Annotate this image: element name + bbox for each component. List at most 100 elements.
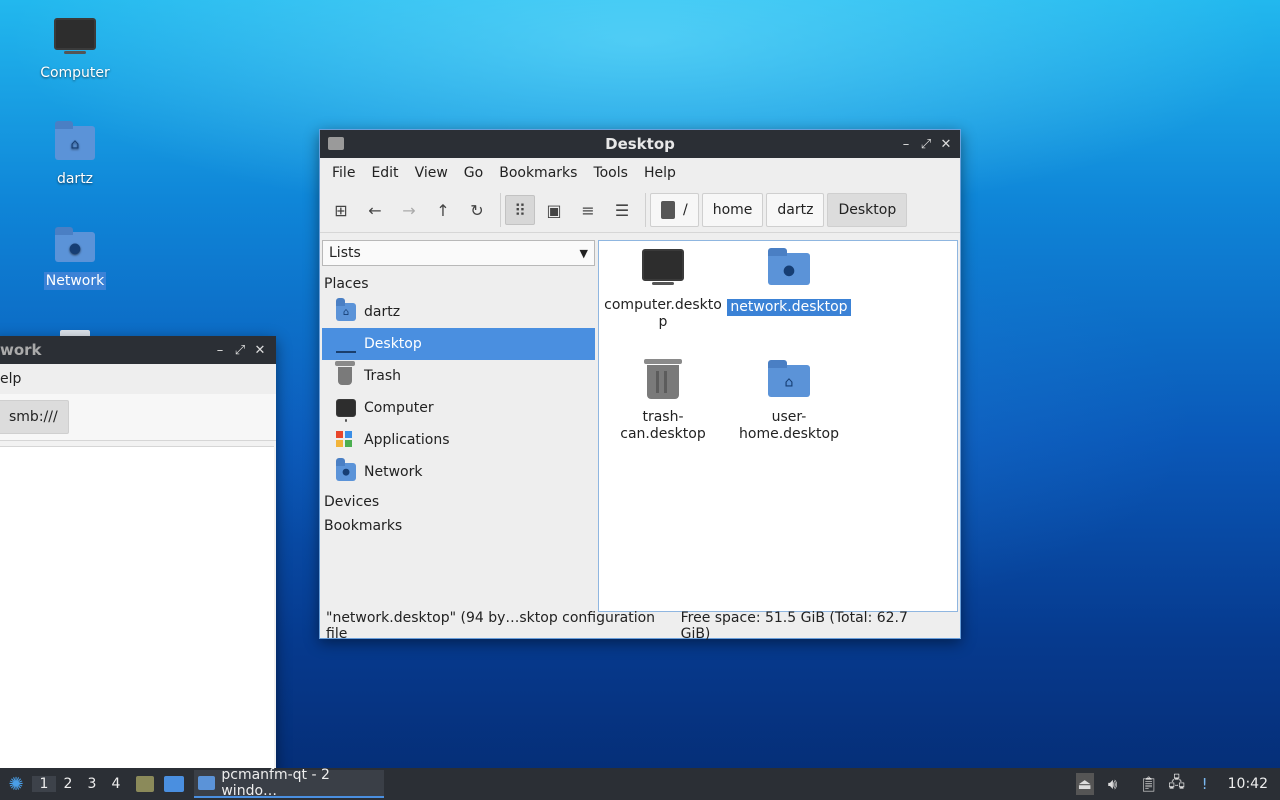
file-manager-window[interactable]: Desktop – ⤢ ✕ File Edit View Go Bookmark… xyxy=(319,129,961,642)
desktop-icon-computer[interactable]: Computer xyxy=(25,18,125,82)
place-network[interactable]: ● Network xyxy=(322,456,595,488)
show-desktop-icon[interactable] xyxy=(164,776,184,792)
section-bookmarks[interactable]: Bookmarks xyxy=(322,514,595,538)
workspace-1[interactable]: 1 xyxy=(32,776,56,792)
file-label: network.desktop xyxy=(727,299,851,316)
trash-icon xyxy=(335,361,355,385)
place-label: Applications xyxy=(364,432,450,448)
menu-help[interactable]: Help xyxy=(636,165,684,181)
place-label: Trash xyxy=(364,368,401,384)
network-status-icon[interactable]: 🖧 xyxy=(1164,773,1190,795)
forward-button[interactable]: → xyxy=(394,195,424,225)
file-label: user- home.desktop xyxy=(739,409,839,442)
side-pane-mode-select[interactable]: Lists ▼ xyxy=(322,240,595,266)
place-trash[interactable]: Trash xyxy=(322,360,595,392)
taskbar-task-pcmanfm[interactable]: pcmanfm-qt - 2 windo… xyxy=(194,767,384,799)
bg-window-title: work xyxy=(0,341,42,359)
eject-icon[interactable]: ⏏ xyxy=(1075,773,1094,795)
breadcrumb-desktop[interactable]: Desktop xyxy=(827,193,908,227)
section-places[interactable]: Places xyxy=(322,272,595,296)
notification-icon[interactable]: ! xyxy=(1192,773,1218,795)
file-label: computer.deskto p xyxy=(604,297,722,330)
window-title: Desktop xyxy=(605,135,675,153)
chevron-down-icon: ▼ xyxy=(579,246,588,260)
minimize-icon[interactable]: – xyxy=(896,134,916,154)
side-pane-mode-value: Lists xyxy=(329,245,361,261)
compact-view-button[interactable]: ≡ xyxy=(573,195,603,225)
desktop-icon xyxy=(336,335,356,353)
fm-titlebar[interactable]: Desktop – ⤢ ✕ xyxy=(320,130,960,158)
folder-view[interactable]: computer.deskto p ● network.desktop tras… xyxy=(598,240,958,612)
file-user-home-desktop[interactable]: ⌂ user- home.desktop xyxy=(727,351,851,443)
monitor-icon xyxy=(642,249,684,285)
section-devices[interactable]: Devices xyxy=(322,490,595,514)
system-tray: ⏏ 🔊︎ 📋︎ 🖧 ! 10:42 xyxy=(1074,768,1280,800)
background-window[interactable]: work – ⤢ ✕ elp smb:/// xyxy=(0,336,276,776)
menu-tools[interactable]: Tools xyxy=(585,165,636,181)
toolbar-separator xyxy=(500,193,501,227)
drive-icon xyxy=(661,201,675,219)
desktop-icon-label: dartz xyxy=(56,171,94,187)
menu-bookmarks[interactable]: Bookmarks xyxy=(491,165,585,181)
trash-icon xyxy=(644,359,682,399)
file-label: trash- can.desktop xyxy=(620,409,706,442)
place-label: Desktop xyxy=(364,336,422,352)
place-desktop[interactable]: Desktop xyxy=(322,328,595,360)
minimize-icon[interactable]: – xyxy=(210,340,230,360)
workspace-4[interactable]: 4 xyxy=(104,776,128,792)
menu-help[interactable]: elp xyxy=(0,371,29,387)
volume-icon[interactable]: 🔊︎ xyxy=(1100,773,1126,795)
applications-icon xyxy=(336,431,352,449)
place-label: dartz xyxy=(364,304,401,320)
thumbnail-view-button[interactable]: ▣ xyxy=(539,195,569,225)
menu-file[interactable]: File xyxy=(324,165,363,181)
bg-path-crumb[interactable]: smb:/// xyxy=(0,400,69,434)
status-free-space: Free space: 51.5 GiB (Total: 62.7 GiB) xyxy=(680,610,908,642)
new-tab-button[interactable]: ⊞ xyxy=(326,195,356,225)
bg-toolbar: smb:/// xyxy=(0,394,276,441)
workspace-2[interactable]: 2 xyxy=(56,776,80,792)
menu-edit[interactable]: Edit xyxy=(363,165,406,181)
file-manager-launcher-icon[interactable] xyxy=(136,776,154,792)
icon-view-button[interactable]: ⠿ xyxy=(505,195,535,225)
place-dartz[interactable]: ⌂ dartz xyxy=(322,296,595,328)
network-folder-icon: ● xyxy=(768,248,810,285)
desktop-icon-label: Computer xyxy=(40,65,110,81)
up-button[interactable]: ↑ xyxy=(428,195,458,225)
bg-content[interactable] xyxy=(0,446,274,776)
workspace-3[interactable]: 3 xyxy=(80,776,104,792)
close-icon[interactable]: ✕ xyxy=(936,134,956,154)
computer-icon xyxy=(336,399,356,422)
place-applications[interactable]: Applications xyxy=(322,424,595,456)
close-icon[interactable]: ✕ xyxy=(250,340,270,360)
file-trash-can-desktop[interactable]: trash- can.desktop xyxy=(601,351,725,443)
file-network-desktop[interactable]: ● network.desktop xyxy=(727,241,851,316)
reload-button[interactable]: ↻ xyxy=(462,195,492,225)
home-folder-icon: ⌂ xyxy=(768,360,810,397)
menubar: File Edit View Go Bookmarks Tools Help xyxy=(320,158,960,188)
place-computer[interactable]: Computer xyxy=(322,392,595,424)
status-selection: "network.desktop" (94 by…sktop configura… xyxy=(326,610,656,642)
menu-go[interactable]: Go xyxy=(456,165,491,181)
place-label: Computer xyxy=(364,400,434,416)
main-menu-icon[interactable]: ✺ xyxy=(0,768,32,800)
detailed-view-button[interactable]: ☰ xyxy=(607,195,637,225)
breadcrumb-dartz[interactable]: dartz xyxy=(766,193,825,227)
monitor-icon xyxy=(54,18,96,54)
menu-view[interactable]: View xyxy=(407,165,456,181)
home-folder-icon: ⌂ xyxy=(336,298,356,321)
network-folder-icon: ● xyxy=(55,227,95,262)
clock[interactable]: 10:42 xyxy=(1228,776,1268,792)
side-pane: Lists ▼ Places ⌂ dartz Desktop Trash Com… xyxy=(322,240,595,612)
back-button[interactable]: ← xyxy=(360,195,390,225)
breadcrumb-home[interactable]: home xyxy=(701,193,764,227)
breadcrumb-root[interactable]: / xyxy=(650,193,699,227)
bg-window-titlebar[interactable]: work – ⤢ ✕ xyxy=(0,336,276,364)
desktop-icon-dartz[interactable]: ⌂ dartz xyxy=(25,121,125,188)
desktop-icon-network[interactable]: ● Network xyxy=(25,227,125,290)
network-folder-icon: ● xyxy=(336,458,356,481)
maximize-icon[interactable]: ⤢ xyxy=(230,340,250,360)
maximize-icon[interactable]: ⤢ xyxy=(916,134,936,154)
file-computer-desktop[interactable]: computer.deskto p xyxy=(601,241,725,331)
clipboard-icon[interactable]: 📋︎ xyxy=(1136,773,1162,795)
